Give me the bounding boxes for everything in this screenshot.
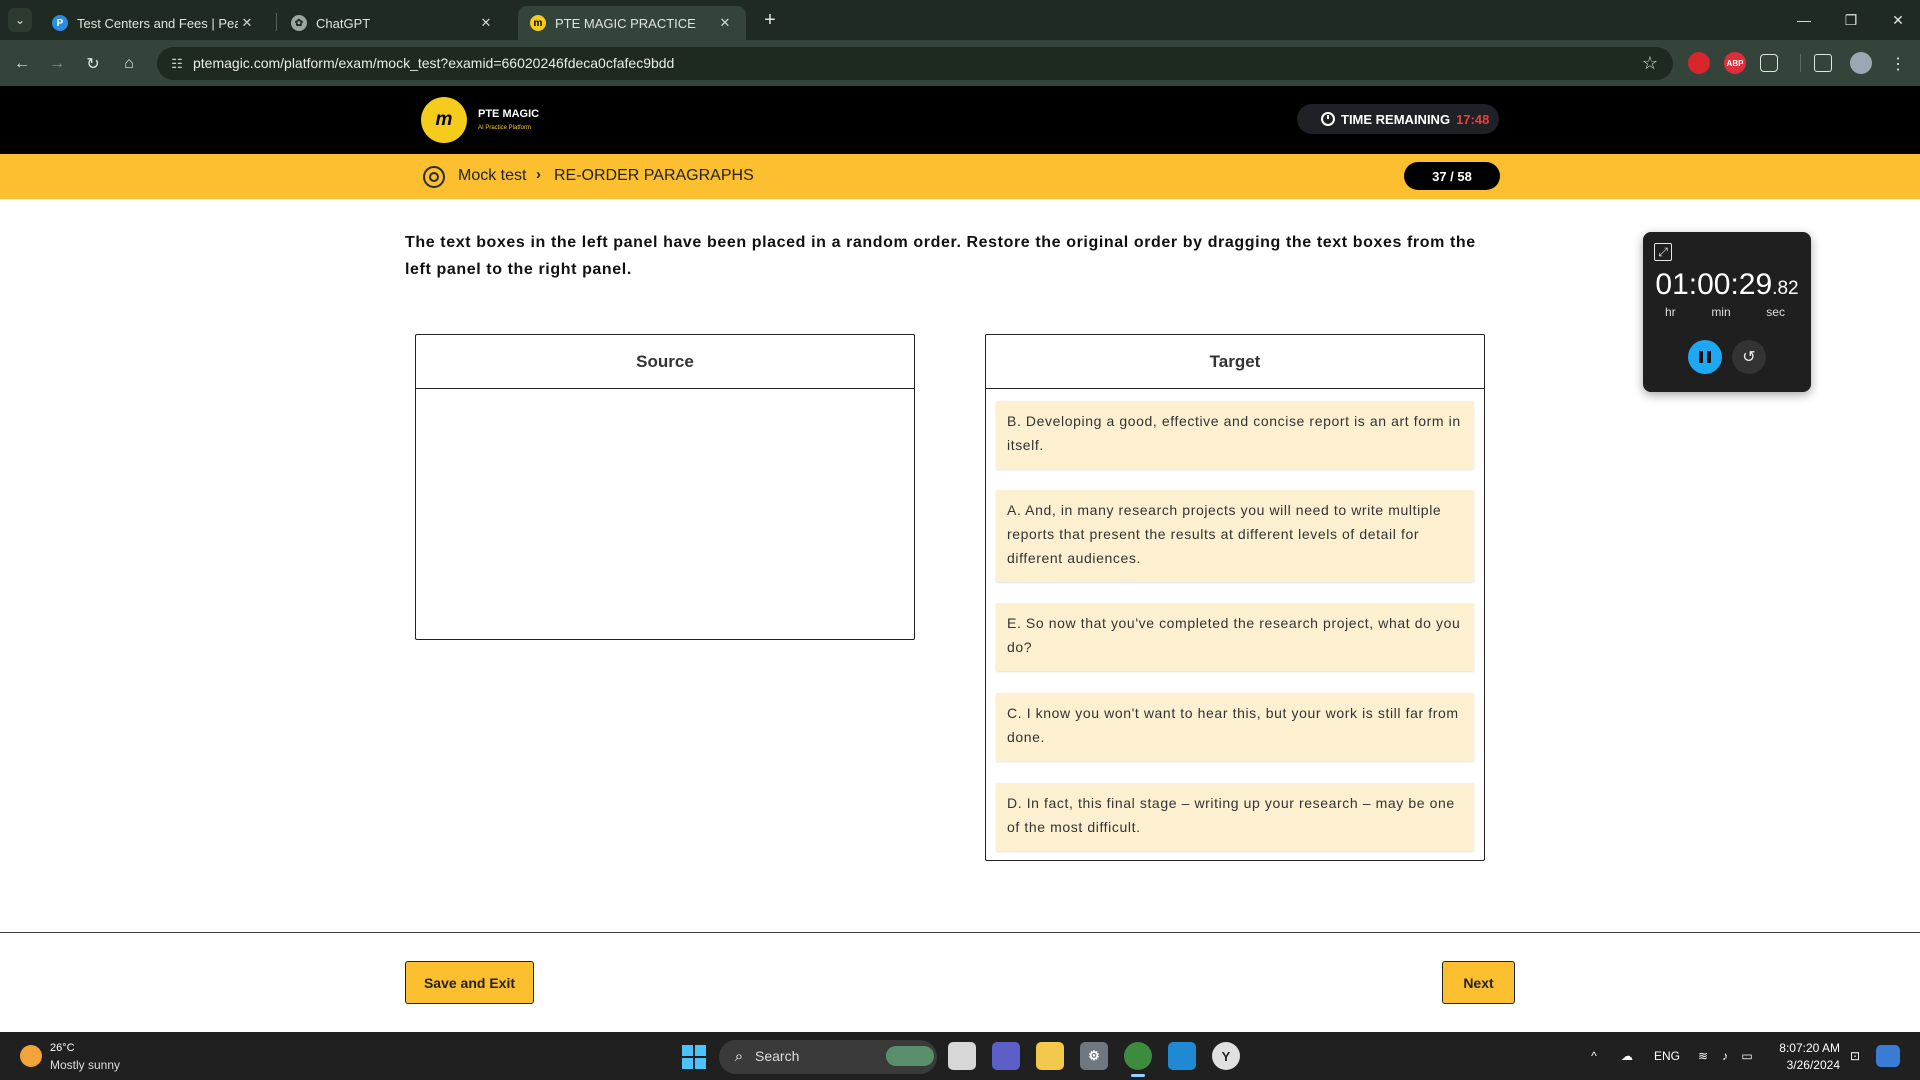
breadcrumb-current-section: RE-ORDER PARAGRAPHS [554,167,754,184]
reload-icon[interactable]: ↻ [79,50,107,78]
close-icon[interactable]: ✕ [477,15,495,31]
stopwatch-widget: ⤢ 01:00:29.82 hr min sec ↺ [1643,232,1811,392]
language-indicator[interactable]: ENG [1652,1045,1682,1067]
system-clock-time[interactable]: 8:07:20 AM [1760,1041,1840,1055]
tab-title: ChatGPT [316,15,371,31]
tab-pearson[interactable]: P Test Centers and Fees | Pearson ✕ [40,6,268,40]
toolbar-divider [1800,54,1801,72]
breadcrumb-mock-test[interactable]: Mock test [458,167,526,185]
time-remaining-value: 17:48 [1456,111,1490,127]
pte-magic-icon: m [530,15,546,31]
next-button[interactable]: Next [1442,961,1515,1004]
copilot-icon[interactable] [1876,1045,1900,1067]
reset-icon[interactable]: ↺ [1732,340,1766,374]
side-panel-icon[interactable] [1814,54,1832,72]
taskbar-search-placeholder[interactable]: Search [755,1048,799,1064]
logo-tagline: AI Practice Platform [478,125,532,131]
question-progress-badge: 37 / 58 [1404,162,1500,190]
windows-start-icon[interactable] [682,1045,706,1069]
profile-avatar-icon[interactable] [1850,52,1872,74]
back-arrow-icon[interactable]: ← [8,50,36,78]
wifi-icon[interactable]: ≋ [1694,1045,1712,1067]
tab-chatgpt[interactable]: ✿ ChatGPT ✕ [279,6,507,40]
pearson-icon: P [52,15,68,31]
time-remaining-label: TIME REMAINING [1341,111,1451,127]
teams-chat-icon[interactable] [992,1042,1020,1070]
unit-hr: hr [1665,305,1676,319]
footer-divider [0,932,1920,933]
tab-pte-magic-practice[interactable]: m PTE MAGIC PRACTICE ✕ [518,6,746,40]
file-explorer-icon[interactable] [1036,1042,1064,1070]
battery-icon[interactable]: ▭ [1738,1045,1756,1067]
hand-extension-icon[interactable] [1688,52,1710,74]
home-icon[interactable]: ⌂ [115,50,143,78]
paragraph-card[interactable]: A. And, in many research projects you wi… [996,490,1474,582]
source-panel[interactable]: Source [415,334,915,640]
onedrive-cloud-icon[interactable]: ☁ [1616,1045,1638,1067]
unit-sec: sec [1766,305,1785,319]
bookmark-star-icon[interactable]: ☆ [1638,51,1662,75]
paragraph-card[interactable]: C. I know you won't want to hear this, b… [996,693,1474,761]
forward-arrow-icon[interactable]: → [43,50,71,78]
pause-icon[interactable] [1688,340,1722,374]
show-hidden-icons-chevron-icon[interactable]: ^ [1586,1045,1602,1067]
task-view-icon[interactable] [948,1042,976,1070]
paragraph-card[interactable]: B. Developing a good, effective and conc… [996,401,1474,469]
save-and-exit-button[interactable]: Save and Exit [405,961,534,1004]
notifications-icon[interactable]: ⊡ [1846,1045,1864,1067]
pte-magic-logo[interactable]: m [421,97,467,143]
tab-title: Test Centers and Fees | Pearson [77,15,238,31]
paragraph-card[interactable]: D. In fact, this final stage – writing u… [996,783,1474,851]
source-panel-title: Source [416,335,914,389]
close-icon[interactable]: ✕ [716,15,734,31]
system-clock-date[interactable]: 3/26/2024 [1760,1058,1840,1072]
clock-app-icon[interactable]: Y [1212,1042,1240,1070]
source-drop-area[interactable] [416,389,914,639]
stopwatch-units: hr min sec [1665,305,1785,319]
target-icon [423,166,445,188]
close-window-icon[interactable]: ✕ [1885,8,1911,32]
time-remaining-badge: TIME REMAINING 17:48 [1297,104,1499,134]
stopwatch-time-fraction: .82 [1772,278,1799,299]
search-highlight-image [886,1046,934,1066]
settings-gear-icon[interactable]: ⚙ [1080,1042,1108,1070]
weather-condition[interactable]: Mostly sunny [50,1058,120,1072]
url-text[interactable]: ptemagic.com/platform/exam/mock_test?exa… [193,55,674,71]
minimize-icon[interactable]: — [1791,8,1817,32]
target-panel-title: Target [986,335,1484,389]
vscode-icon[interactable] [1168,1042,1196,1070]
unit-min: min [1711,305,1731,319]
search-icon: ⌕ [734,1047,744,1065]
expand-icon[interactable]: ⤢ [1654,243,1672,261]
tab-divider [276,13,277,31]
chatgpt-icon: ✿ [291,15,307,31]
site-header [0,86,1920,154]
paragraph-card[interactable]: E. So now that you've completed the rese… [996,603,1474,671]
chrome-icon[interactable] [1124,1042,1152,1070]
weather-sun-icon[interactable] [20,1045,42,1067]
restore-icon[interactable]: ❐ [1838,8,1864,32]
tab-search-chevron-icon[interactable]: ⌄ [8,8,32,32]
target-panel[interactable]: Target B. Developing a good, effective a… [985,334,1485,861]
breadcrumb-bar [0,154,1920,199]
more-menu-icon[interactable]: ⋮ [1884,50,1912,78]
puzzle-icon[interactable] [1760,54,1778,72]
chevron-right-icon: › [536,166,541,183]
stopwatch-time: 01:00:29.82 [1643,268,1811,302]
tab-title: PTE MAGIC PRACTICE [555,15,696,31]
clock-icon [1321,112,1335,126]
active-app-indicator [1131,1074,1145,1077]
question-instructions: The text boxes in the left panel have be… [405,234,1476,278]
adblock-plus-icon[interactable]: ABP [1724,52,1746,74]
volume-icon[interactable]: ♪ [1716,1045,1734,1067]
site-settings-icon[interactable]: ☷ [168,55,186,73]
weather-temperature[interactable]: 26°C [50,1042,75,1054]
new-tab-plus-icon[interactable]: + [758,8,782,32]
close-icon[interactable]: ✕ [238,15,256,31]
logo-name: PTE MAGIC [478,108,540,120]
stopwatch-time-main: 01:00:29 [1655,268,1773,301]
